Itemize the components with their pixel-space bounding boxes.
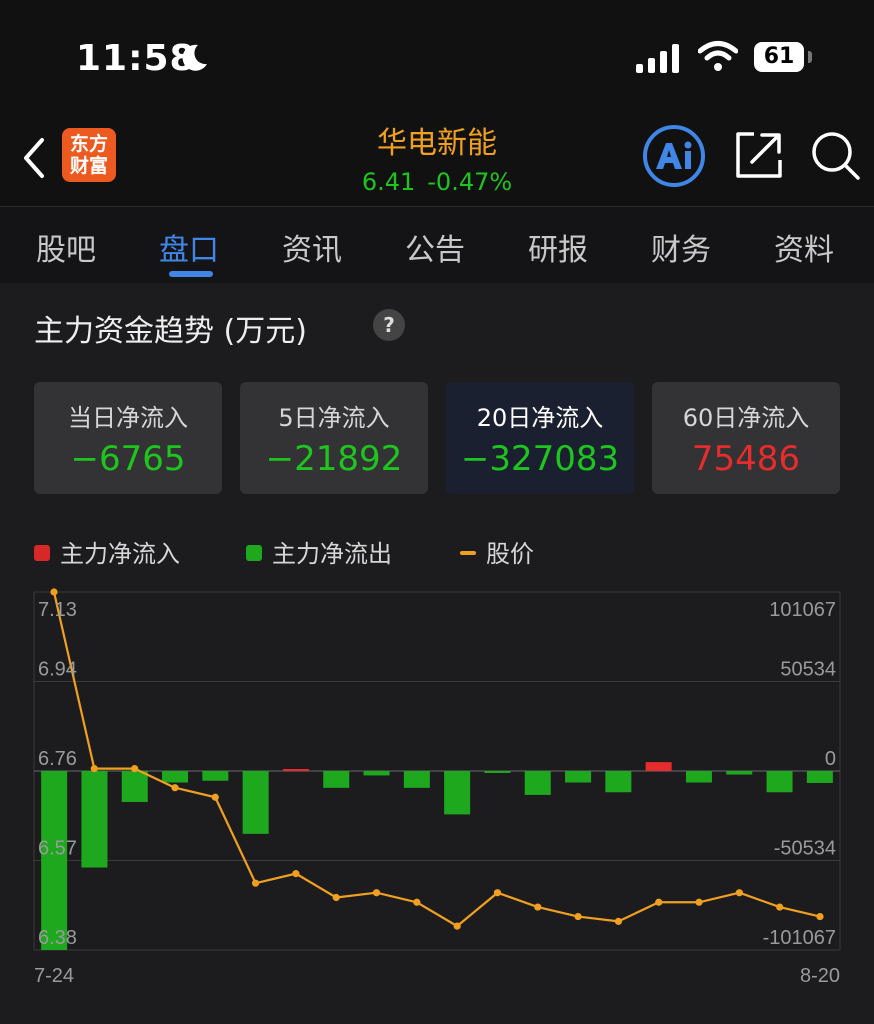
- right-axis-tick: 50534: [780, 659, 836, 681]
- outflow-bar: [685, 771, 712, 783]
- price-point: [211, 793, 219, 801]
- section-title: 主力资金趋势 (万元): [34, 314, 307, 349]
- price-point: [735, 889, 743, 897]
- price-point: [493, 889, 502, 897]
- moon-icon: [182, 44, 207, 71]
- price-point: [695, 898, 703, 906]
- outflow-bar: [242, 771, 269, 834]
- legend-outflow-swatch: [246, 545, 262, 561]
- tab-research[interactable]: 研报: [528, 225, 588, 269]
- help-icon[interactable]: ?: [373, 309, 405, 341]
- outflow-bar: [726, 771, 753, 775]
- legend-outflow: 主力净流出: [246, 534, 392, 569]
- stock-header: 东方 财富 华电新能 6.41 -0.47%: [0, 110, 874, 206]
- price-point: [131, 765, 139, 773]
- outflow-bar: [766, 771, 793, 793]
- left-axis-tick: 6.38: [38, 927, 77, 949]
- outflow-bar: [121, 771, 148, 802]
- legend-price-swatch: [460, 551, 476, 555]
- search-icon[interactable]: [810, 130, 862, 182]
- wifi-icon: [698, 41, 738, 71]
- left-axis-tick: 7.13: [38, 599, 77, 621]
- fund-flow-chart: 7.13 6.94 6.76 6.57 6.38 101067 50534 0 -50534 -1…: [33, 588, 841, 987]
- inflow-bar: [282, 769, 309, 771]
- price-point: [614, 917, 623, 925]
- price-point: [574, 912, 582, 921]
- cellular-signal-icon: [636, 44, 679, 73]
- left-axis-tick: 6.57: [38, 838, 77, 860]
- x-axis-end-label: 8-20: [800, 965, 840, 987]
- outflow-bar: [524, 771, 551, 795]
- tab-finance[interactable]: 财务: [651, 225, 711, 269]
- card-value: 75486: [691, 439, 801, 479]
- status-bar: 11:58 61: [0, 0, 874, 110]
- card-label: 60日净流入: [682, 404, 810, 432]
- outflow-bar: [363, 771, 390, 776]
- left-axis-tick: 6.76: [38, 748, 77, 770]
- outflow-bar: [41, 771, 68, 950]
- stock-change: -0.47%: [427, 168, 513, 196]
- price-point: [534, 903, 542, 911]
- price-line: [52, 591, 821, 928]
- price-point: [776, 903, 784, 911]
- right-axis-tick: -50534: [774, 838, 836, 860]
- tab-guba[interactable]: 股吧: [36, 225, 96, 269]
- card-label: 5日净流入: [278, 404, 390, 432]
- legend-inflow-label: 主力净流入: [60, 540, 180, 568]
- outflow-bar: [444, 771, 471, 815]
- outflow-bar: [403, 771, 430, 788]
- outflow-bar: [605, 771, 632, 793]
- outflow-bar: [565, 771, 592, 783]
- price-point: [332, 893, 340, 902]
- outflow-bar: [484, 771, 511, 773]
- outflow-bar: [202, 771, 229, 781]
- card-5day-inflow[interactable]: 5日净流入 −21892: [240, 382, 428, 494]
- x-axis-start-label: 7-24: [34, 965, 74, 987]
- right-axis-tick: -101067: [763, 927, 836, 949]
- outflow-bar: [81, 771, 108, 868]
- share-icon[interactable]: [734, 130, 784, 180]
- card-20day-inflow[interactable]: 20日净流入 −327083: [446, 382, 634, 494]
- active-tab-indicator: [169, 271, 213, 277]
- price-point: [292, 870, 300, 878]
- card-60day-inflow[interactable]: 60日净流入 75486: [652, 382, 840, 494]
- card-label: 20日净流入: [476, 404, 604, 432]
- tab-announcements[interactable]: 公告: [405, 225, 465, 269]
- price-point: [816, 912, 824, 921]
- ai-assistant-icon[interactable]: [642, 124, 706, 188]
- price-point: [453, 922, 461, 930]
- tab-profile[interactable]: 资料: [774, 225, 834, 269]
- card-today-inflow[interactable]: 当日净流入 −6765: [34, 382, 222, 494]
- card-value: −6765: [70, 439, 186, 479]
- left-axis-tick: 6.94: [38, 659, 77, 681]
- outflow-bar: [806, 771, 833, 783]
- price-point: [50, 588, 58, 596]
- inflow-bar: [645, 762, 672, 771]
- outflow-bar: [162, 771, 189, 783]
- tab-pankou[interactable]: 盘口: [159, 225, 219, 269]
- price-point: [90, 765, 98, 773]
- legend-price-label: 股价: [486, 540, 534, 568]
- price-point: [372, 889, 381, 897]
- battery-tip: [808, 51, 812, 63]
- right-axis-tick: 101067: [769, 599, 836, 621]
- right-axis-tick: 0: [825, 748, 836, 770]
- price-point: [655, 898, 663, 906]
- card-value: −327083: [460, 439, 620, 479]
- tab-news[interactable]: 资讯: [282, 225, 342, 269]
- legend-price: 股价: [460, 534, 534, 569]
- legend-inflow: 主力净流入: [34, 534, 180, 569]
- card-value: −21892: [265, 439, 403, 479]
- tab-bar: 股吧 盘口 资讯 公告 研报 财务 资料: [0, 206, 874, 283]
- price-point: [251, 879, 260, 887]
- price-point: [171, 784, 179, 792]
- battery-indicator: 61: [754, 42, 804, 72]
- outflow-bar: [323, 771, 350, 788]
- price-point: [413, 898, 421, 906]
- stock-price: 6.41: [361, 168, 416, 196]
- legend-outflow-label: 主力净流出: [272, 540, 392, 568]
- legend-inflow-swatch: [34, 545, 50, 561]
- card-label: 当日净流入: [68, 404, 188, 432]
